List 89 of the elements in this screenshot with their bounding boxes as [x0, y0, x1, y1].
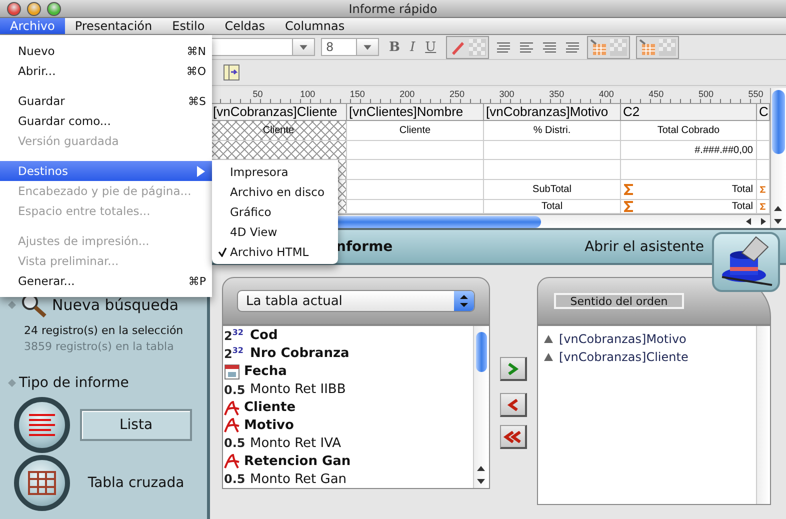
- field-item[interactable]: Retencion Gan: [223, 452, 473, 470]
- column-header[interactable]: C2: [621, 104, 757, 121]
- cell-text: SubTotal: [532, 184, 572, 195]
- ruler-label: 50: [252, 89, 263, 99]
- type-label: 0.5: [224, 472, 246, 486]
- sort-item[interactable]: [vnCobranzas]Cliente: [538, 348, 756, 366]
- field-name: Monto Ret Gan: [250, 472, 347, 487]
- field-item[interactable]: 0.5 Monto Ret Gan: [223, 470, 473, 488]
- field-name: Nro Cobranza: [250, 346, 350, 362]
- ruler-label: 100: [300, 89, 316, 99]
- column-header[interactable]: [vnClientes]Nombre: [347, 104, 484, 121]
- menu-item[interactable]: Guardar ⌘S: [0, 91, 212, 111]
- menu-bar-item[interactable]: Celdas: [214, 18, 276, 34]
- menu-item[interactable]: Generar... ⌘P: [0, 271, 212, 291]
- menu-item[interactable]: Impresora: [212, 162, 338, 182]
- menu-item[interactable]: 4D View: [212, 222, 338, 242]
- menu-item[interactable]: Gráfico: [212, 202, 338, 222]
- menu-bar-item[interactable]: Estilo: [162, 18, 215, 34]
- cell-text: Total Cobrado: [657, 125, 720, 136]
- cell-text: Total: [732, 184, 753, 195]
- menu-item[interactable]: Nuevo ⌘N: [0, 41, 212, 61]
- field-item[interactable]: 0.5 Monto Ret IVA: [223, 434, 473, 452]
- sort-item[interactable]: [vnCobranzas]Motivo: [538, 330, 756, 348]
- ruler-label: 200: [400, 89, 415, 99]
- menu-item[interactable]: Guardar como...: [0, 111, 212, 131]
- ruler-label: 150: [350, 89, 365, 99]
- selection-count: 24 registro(s) en la selección: [24, 324, 184, 337]
- field-name: Fecha: [244, 364, 287, 380]
- field-name: Monto Ret IIBB: [250, 382, 346, 398]
- section-title: Tipo de informe: [19, 375, 129, 391]
- sort-order-button[interactable]: Sentido del orden: [554, 293, 684, 309]
- sort-field: [vnCobranzas]Cliente: [559, 350, 688, 364]
- field-name: Motivo: [244, 418, 294, 433]
- column-header[interactable]: [vnCobranzas]Motivo: [484, 104, 621, 121]
- cell-text: % Distri.: [533, 125, 571, 136]
- cell-text: Total: [732, 201, 753, 212]
- table-count: 3859 registro(s) en la tabla: [24, 340, 175, 353]
- column-header[interactable]: [vnCobranzas]Cliente: [211, 104, 347, 121]
- cell-text: Total: [541, 201, 563, 212]
- window-title: Informe rápido: [348, 2, 438, 16]
- menu-item[interactable]: Archivo en disco: [212, 182, 338, 202]
- type-label: 0.5: [224, 436, 246, 450]
- format-button[interactable]: B: [385, 40, 404, 54]
- ruler-label: 500: [698, 89, 714, 99]
- ruler-label: 300: [499, 89, 514, 99]
- field-item[interactable]: Cliente: [223, 398, 473, 416]
- select-value: La tabla actual: [246, 294, 342, 308]
- cell-text: Cliente: [399, 125, 431, 136]
- ruler-label: 550: [748, 89, 764, 99]
- ruler-label: 350: [549, 89, 564, 99]
- type-label: 0.5: [224, 382, 246, 397]
- report-type-option[interactable]: Lista: [80, 409, 192, 441]
- field-name: Cliente: [244, 400, 296, 415]
- column-header[interactable]: C: [757, 104, 770, 121]
- font-size-value: 8: [326, 40, 334, 54]
- field-item[interactable]: 2$^{32}$ Cod: [223, 327, 473, 345]
- sort-field: [vnCobranzas]Motivo: [559, 332, 686, 346]
- shortcut-label: ⌘S: [188, 94, 206, 108]
- shortcut-label: ⌘P: [188, 274, 206, 288]
- field-item[interactable]: Motivo: [223, 416, 473, 434]
- field-name: Retencion Gan: [244, 454, 351, 469]
- field-name: Monto Ret IVA: [250, 436, 342, 451]
- cell-text: Cliente: [262, 125, 294, 136]
- field-item[interactable]: 0.5 Monto Ret IIBB: [223, 380, 473, 399]
- table-select[interactable]: La tabla actual: [237, 290, 475, 312]
- menu-item[interactable]: Destinos: [0, 161, 212, 181]
- font-size-dropdown[interactable]: 8: [321, 38, 379, 56]
- shortcut-label: ⌘O: [186, 64, 206, 78]
- shortcut-label: ⌘N: [186, 44, 206, 58]
- wizard-label: Abrir el asistente: [584, 238, 704, 254]
- menu-bar-item[interactable]: Presentación: [64, 18, 162, 34]
- menu-bar-item[interactable]: Archivo: [0, 18, 65, 34]
- field-name: Cod: [250, 328, 278, 344]
- ruler-label: 250: [449, 89, 465, 99]
- search-button[interactable]: Nueva búsqueda: [20, 292, 179, 318]
- format-button[interactable]: U: [421, 40, 440, 54]
- type-label: 2$^{32}$: [224, 328, 244, 344]
- field-item[interactable]: Fecha: [223, 362, 473, 381]
- field-item[interactable]: 2$^{32}$ Nro Cobranza: [223, 344, 473, 363]
- menu-item[interactable]: Abrir... ⌘O: [0, 61, 212, 81]
- cell-text: #.###.##0,00: [694, 144, 753, 156]
- menu-bar-item[interactable]: Columnas: [275, 18, 355, 34]
- format-button[interactable]: I: [406, 40, 420, 54]
- ruler-label: 400: [598, 89, 614, 99]
- report-type-option[interactable]: Tabla cruzada: [80, 467, 192, 499]
- section-title: nforme: [336, 238, 394, 254]
- menu-item[interactable]: Archivo HTML: [212, 242, 338, 262]
- type-label: 2$^{32}$: [224, 346, 244, 362]
- ruler-label: 450: [648, 89, 664, 99]
